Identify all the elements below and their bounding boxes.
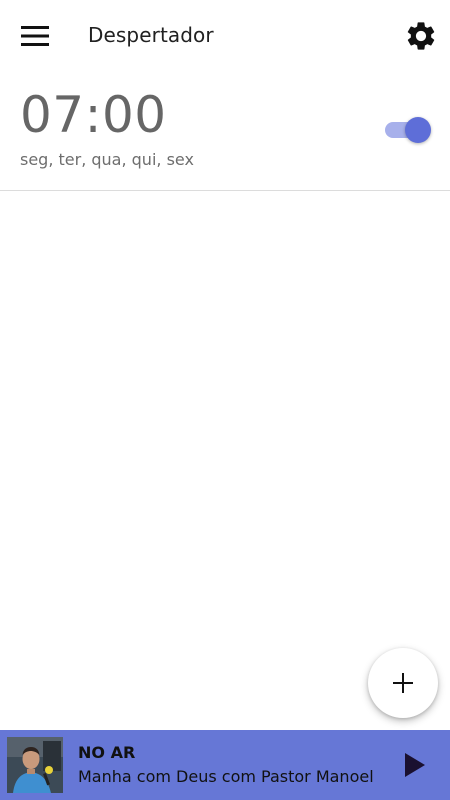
toggle-thumb xyxy=(405,117,431,143)
alarm-time: 07:00 xyxy=(20,86,167,144)
hamburger-menu-icon xyxy=(21,26,49,46)
alarm-enabled-toggle[interactable] xyxy=(385,117,431,143)
alarm-screen: Despertador 07:00 seg, ter, qua, qui, se… xyxy=(0,0,450,800)
program-thumbnail xyxy=(7,737,63,793)
app-bar: Despertador xyxy=(0,0,450,72)
alarm-list-item[interactable]: 07:00 seg, ter, qua, qui, sex xyxy=(0,72,450,191)
alarm-repeat-days: seg, ter, qua, qui, sex xyxy=(20,150,194,169)
gear-icon xyxy=(407,22,435,50)
add-alarm-button[interactable] xyxy=(368,648,438,718)
plus-icon xyxy=(393,673,413,693)
play-button[interactable] xyxy=(394,744,436,786)
on-air-label: NO AR xyxy=(78,743,136,762)
radio-player-bar[interactable]: NO AR Manha com Deus com Pastor Manoel xyxy=(0,730,450,800)
settings-button[interactable] xyxy=(398,14,444,58)
program-title: Manha com Deus com Pastor Manoel xyxy=(78,767,374,786)
page-title: Despertador xyxy=(88,23,214,47)
play-icon xyxy=(405,753,425,777)
menu-button[interactable] xyxy=(14,18,56,54)
